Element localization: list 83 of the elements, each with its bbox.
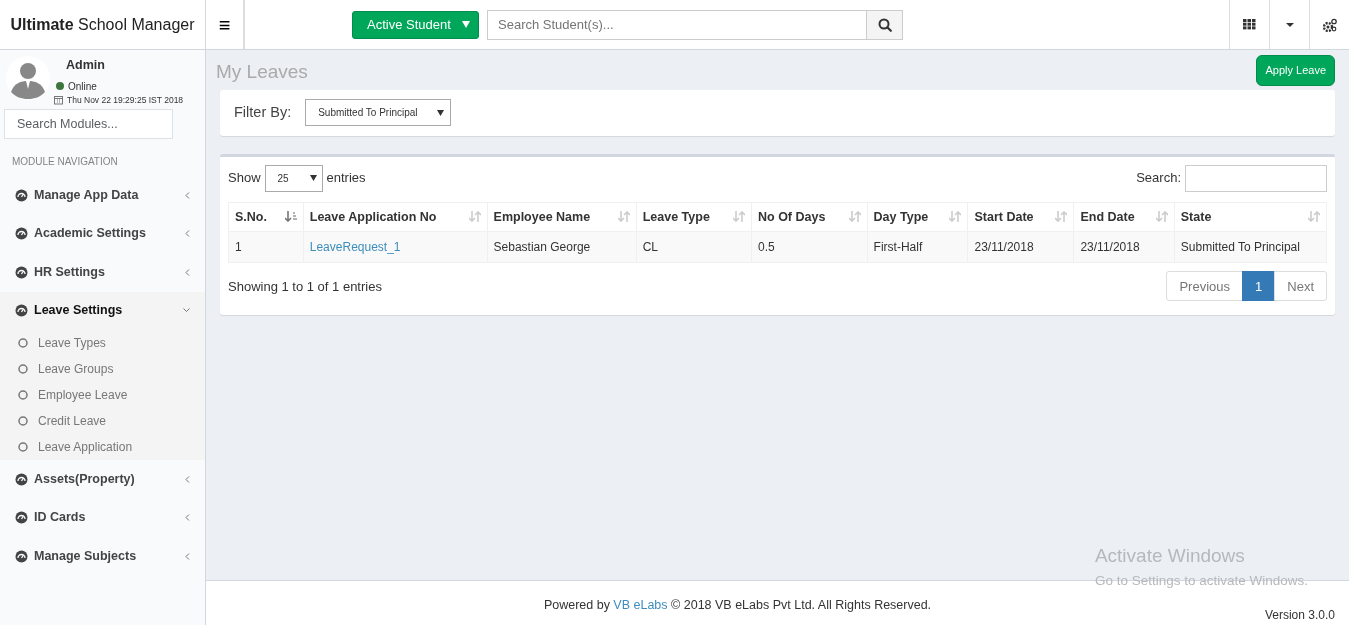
chevron-left-icon: [185, 230, 190, 238]
table-cell: 0.5: [751, 231, 868, 263]
column-header[interactable]: Leave Type: [636, 202, 752, 232]
circle-icon: [18, 442, 28, 452]
table-search-field[interactable]: [1185, 164, 1327, 192]
page-button[interactable]: Next: [1274, 271, 1327, 302]
search-button[interactable]: [867, 9, 903, 40]
search-field[interactable]: Search Student(s)...: [487, 9, 867, 40]
column-header[interactable]: Leave Application No: [303, 202, 488, 232]
filter-dropdown[interactable]: Submitted To Principal: [305, 99, 452, 126]
table-cell: Sebastian George: [487, 231, 637, 263]
column-header[interactable]: State: [1174, 202, 1327, 232]
show-label: Show: [228, 169, 261, 188]
overlay-title: Activate Windows: [1094, 544, 1246, 569]
nav-item[interactable]: Manage Subjects: [0, 537, 205, 576]
submenu-item[interactable]: Leave Application: [0, 434, 205, 460]
chevron-left-icon: [185, 552, 190, 560]
dashboard-icon: [15, 511, 28, 525]
nav-item[interactable]: Manage App Data: [0, 176, 205, 215]
chevron-left-icon: [185, 191, 190, 199]
submenu-item[interactable]: Credit Leave: [0, 408, 205, 434]
date-time: Thu Nov 22 19:29:25 IST 2018: [67, 93, 184, 107]
column-header[interactable]: Employee Name: [487, 202, 637, 232]
caret-icon: [309, 175, 317, 181]
circle-icon: [18, 338, 28, 348]
column-header[interactable]: No Of Days: [751, 202, 868, 232]
table-cell: 23/11/2018: [1073, 231, 1175, 263]
table-info: Showing 1 to 1 of 1 entries: [228, 277, 382, 296]
nav-item[interactable]: HR Settings: [0, 253, 205, 292]
app-title: Ultimate School Manager: [10, 14, 195, 35]
nav-item[interactable]: ID Cards: [0, 498, 205, 537]
grid-icon: [1243, 19, 1256, 30]
chevron-left-icon: [185, 475, 190, 483]
circle-icon: [18, 416, 28, 426]
dashboard-icon: [15, 472, 28, 486]
page-title: My Leaves: [216, 60, 308, 84]
page-button[interactable]: 1: [1242, 271, 1276, 302]
table-cell: CL: [636, 231, 752, 263]
column-header[interactable]: S.No.: [228, 202, 304, 232]
avatar: [6, 56, 50, 100]
dashboard-icon: [15, 549, 28, 563]
dashboard-icon: [15, 188, 28, 202]
overlay-message: Go to Settings to activate Windows.: [1094, 571, 1308, 590]
submenu-item[interactable]: Leave Groups: [0, 356, 205, 382]
footer-text: Powered by VB eLabs © 2018 VB eLabs Pvt Ltd. All Rights Reserved.: [543, 597, 932, 614]
nav-header: MODULE NAVIGATION: [11, 155, 119, 169]
nav-item[interactable]: Assets(Property): [0, 460, 205, 499]
version-text: Version 3.0.0: [1264, 607, 1335, 624]
circle-icon: [18, 364, 28, 374]
dashboard-icon: [15, 265, 28, 279]
circle-icon: [18, 390, 28, 400]
entries-label: entries: [326, 169, 366, 188]
caret-icon: [1285, 22, 1294, 27]
filter-label: Filter By:: [234, 102, 292, 122]
menu-button[interactable]: ≡: [206, 0, 244, 49]
dashboard-icon: [15, 227, 28, 241]
caret-icon: [437, 109, 445, 116]
table-cell: 1: [228, 231, 304, 263]
nav-item[interactable]: Academic Settings: [0, 214, 205, 253]
column-header[interactable]: End Date: [1073, 202, 1175, 232]
table-cell: First-Half: [867, 231, 968, 263]
status-text: Online: [68, 79, 97, 94]
search-label: Search:: [1136, 169, 1181, 188]
submenu-item[interactable]: Employee Leave: [0, 382, 205, 408]
column-header[interactable]: Start Date: [967, 202, 1074, 232]
footer-link[interactable]: VB eLabs: [613, 598, 668, 612]
dashboard-icon: [15, 304, 28, 318]
table-cell: 23/11/2018: [967, 231, 1074, 263]
page-button[interactable]: Previous: [1166, 271, 1244, 302]
table-cell: Submitted To Principal: [1174, 231, 1327, 263]
nav-item[interactable]: Leave Settings: [0, 291, 205, 330]
module-search-field[interactable]: Search Modules...: [4, 109, 173, 139]
column-header[interactable]: Day Type: [867, 202, 968, 232]
calendar-icon: [54, 95, 63, 106]
chevron-left-icon: [185, 514, 190, 522]
chevron-left-icon: [185, 268, 190, 276]
gears-icon: [1322, 17, 1337, 32]
user-name: Admin: [66, 57, 106, 74]
search-icon: [877, 17, 892, 32]
page-size-dropdown[interactable]: 25: [264, 164, 323, 192]
chevron-down-icon: [183, 308, 190, 314]
submenu-item[interactable]: Leave Types: [0, 330, 205, 356]
caret-icon: [462, 21, 470, 28]
